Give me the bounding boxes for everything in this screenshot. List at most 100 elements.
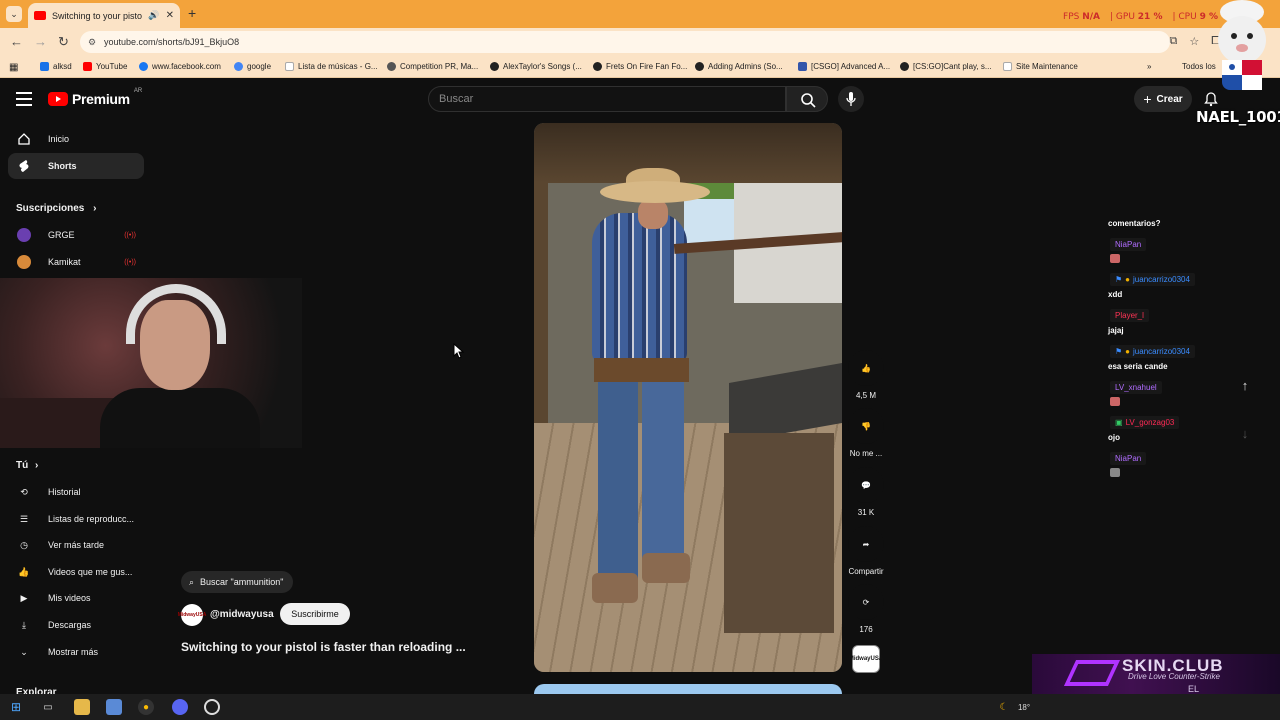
bookmark-item[interactable]: Lista de músicas - G...: [285, 62, 378, 71]
thumbs-down-icon: 👎: [861, 421, 871, 431]
chrome-icon[interactable]: ●: [138, 699, 154, 715]
tab-search-button[interactable]: ⌄: [6, 6, 22, 22]
share-button[interactable]: ➦ Compartir: [840, 526, 892, 576]
short-title[interactable]: Switching to your pistol is faster than …: [181, 640, 466, 654]
bookmark-item[interactable]: www.facebook.com: [139, 62, 221, 71]
channel-name[interactable]: @midwayusa: [210, 609, 274, 620]
bookmark-item[interactable]: alksd: [40, 62, 72, 71]
bookmarks-overflow-icon[interactable]: »: [1147, 62, 1151, 71]
streamer-mascot-image: [1202, 0, 1280, 104]
shorts-video-player[interactable]: [534, 123, 842, 672]
notepad-icon[interactable]: [106, 699, 122, 715]
sidebar-item-watch-later[interactable]: ◷ Ver más tarde: [8, 532, 144, 558]
avatar: [17, 228, 31, 242]
menu-icon[interactable]: [16, 92, 32, 106]
youtube-favicon-icon: [34, 11, 46, 20]
search-button[interactable]: [786, 86, 828, 112]
reload-icon[interactable]: ↻: [58, 34, 69, 50]
sidebar-item-shorts[interactable]: Shorts: [8, 153, 144, 179]
site-info-icon[interactable]: ⚙: [88, 31, 96, 53]
avatar: [17, 255, 31, 269]
voice-search-button[interactable]: [838, 86, 864, 112]
close-tab-icon[interactable]: ✕: [166, 10, 174, 21]
previous-short-arrow-icon[interactable]: ↑: [1236, 378, 1254, 396]
obs-icon[interactable]: [204, 699, 220, 715]
apps-grid-icon[interactable]: ▦: [9, 62, 18, 73]
subscription-item[interactable]: GRGE ((•)): [8, 222, 144, 248]
sidebar-item-playlists[interactable]: ☰ Listas de reproducc...: [8, 506, 144, 532]
search-icon: ⌕: [189, 576, 195, 587]
chevron-down-icon: ⌄: [20, 646, 28, 657]
install-app-icon[interactable]: ⧉: [1169, 35, 1177, 48]
sidebar-item-home[interactable]: Inicio: [8, 126, 144, 152]
chat-username: ⚑ ● juancarrizo0304: [1110, 273, 1195, 286]
bookmark-item[interactable]: Adding Admins (So...: [695, 62, 783, 71]
bookmark-item[interactable]: [CSGO] Advanced A...: [798, 62, 890, 71]
chat-username: LV_xnahuel: [1110, 381, 1162, 394]
sidebar-item-liked[interactable]: 👍 Videos que me gus...: [8, 559, 144, 585]
windows-start-icon[interactable]: ⊞: [8, 699, 24, 715]
bookmark-item[interactable]: Frets On Fire Fan Fo...: [593, 62, 687, 71]
bookmark-item[interactable]: [CS:GO]Cant play, s...: [900, 62, 992, 71]
chat-emote: [1110, 254, 1120, 263]
browser-tab-bar: ⌄ Switching to your pistol is f 🔊 ✕ + FP…: [0, 0, 1280, 28]
comments-button[interactable]: 💬 31 K: [846, 467, 886, 517]
chat-username: ▣ LV_gonzag03: [1110, 416, 1180, 429]
audio-source-thumbnail[interactable]: MidwayUSA: [849, 645, 883, 673]
mouse-cursor-icon: [453, 343, 465, 359]
thumbs-up-icon: 👍: [861, 363, 871, 373]
sidebar-item-history[interactable]: ⟲ Historial: [8, 479, 144, 505]
chat-emote: [1110, 397, 1120, 406]
channel-avatar[interactable]: MidwayUSA: [178, 604, 206, 626]
shorts-icon: [16, 158, 32, 174]
streamer-name-overlay: NAEL_1001: [1196, 108, 1280, 126]
discord-icon[interactable]: [172, 699, 188, 715]
badge-icon: ▣: [1115, 418, 1123, 427]
chevron-right-icon: ›: [93, 203, 97, 214]
sidebar-item-my-videos[interactable]: ▶ Mis videos: [8, 585, 144, 611]
badge-icon: ●: [1125, 347, 1131, 356]
audio-icon[interactable]: 🔊: [148, 10, 159, 21]
forward-icon[interactable]: →: [34, 34, 47, 49]
skinclub-logo-icon: [1063, 660, 1121, 686]
like-button[interactable]: 👍 4,5 M: [846, 350, 886, 400]
plus-icon: +: [1143, 91, 1152, 107]
url-text: youtube.com/shorts/bJ91_BkjuO8: [104, 37, 240, 47]
chat-emote: [1110, 468, 1120, 477]
chat-username: NiaPan: [1110, 238, 1147, 251]
sidebar-item-show-more[interactable]: ⌄ Mostrar más: [8, 639, 144, 665]
temperature-text: 18°: [1017, 702, 1031, 712]
live-indicator-icon: ((•)): [124, 231, 136, 239]
bookmark-item[interactable]: Competition PR, Ma...: [387, 62, 478, 71]
you-heading[interactable]: Tú ›: [16, 460, 38, 471]
bookmark-item[interactable]: AlexTaylor's Songs (...: [490, 62, 582, 71]
file-explorer-icon[interactable]: [74, 699, 90, 715]
new-tab-button[interactable]: +: [188, 5, 196, 21]
browser-tab-active[interactable]: Switching to your pistol is f 🔊 ✕: [28, 3, 180, 28]
subscribe-button[interactable]: Suscribirme: [280, 603, 350, 625]
chat-message: xdd: [1108, 290, 1123, 299]
subscription-item[interactable]: Kamikat ((•)): [8, 249, 144, 275]
next-short-arrow-icon[interactable]: ↓: [1236, 426, 1254, 444]
badge-icon: ●: [1125, 275, 1131, 284]
create-button[interactable]: + Crear: [1134, 86, 1192, 112]
bookmark-item[interactable]: YouTube: [83, 62, 127, 71]
dislike-button[interactable]: 👎 No me ...: [844, 408, 888, 458]
bookmark-item[interactable]: google: [234, 62, 271, 71]
badge-icon: ⚑: [1115, 275, 1123, 284]
subscriptions-heading[interactable]: Suscripciones ›: [16, 203, 96, 214]
task-view-icon[interactable]: ▭: [40, 699, 56, 715]
history-icon: ⟲: [20, 486, 28, 497]
bookmark-star-icon[interactable]: ☆: [1189, 35, 1199, 48]
search-input[interactable]: Buscar: [428, 86, 786, 112]
badge-icon: ⚑: [1115, 347, 1123, 356]
search-suggestion-chip[interactable]: ⌕ Buscar "ammunition": [181, 571, 294, 593]
remix-button[interactable]: ⟳ 176: [846, 584, 886, 634]
bookmark-item[interactable]: Site Maintenance: [1003, 62, 1078, 71]
youtube-premium-logo[interactable]: Premium AR: [48, 88, 142, 107]
url-bar[interactable]: ⚙ youtube.com/shorts/bJ91_BkjuO8: [80, 31, 1170, 53]
live-indicator-icon: ((•)): [124, 258, 136, 266]
chat-message: comentarios?: [1108, 219, 1161, 228]
sidebar-item-downloads[interactable]: ⤓ Descargas: [8, 612, 144, 638]
back-icon[interactable]: ←: [10, 34, 23, 49]
